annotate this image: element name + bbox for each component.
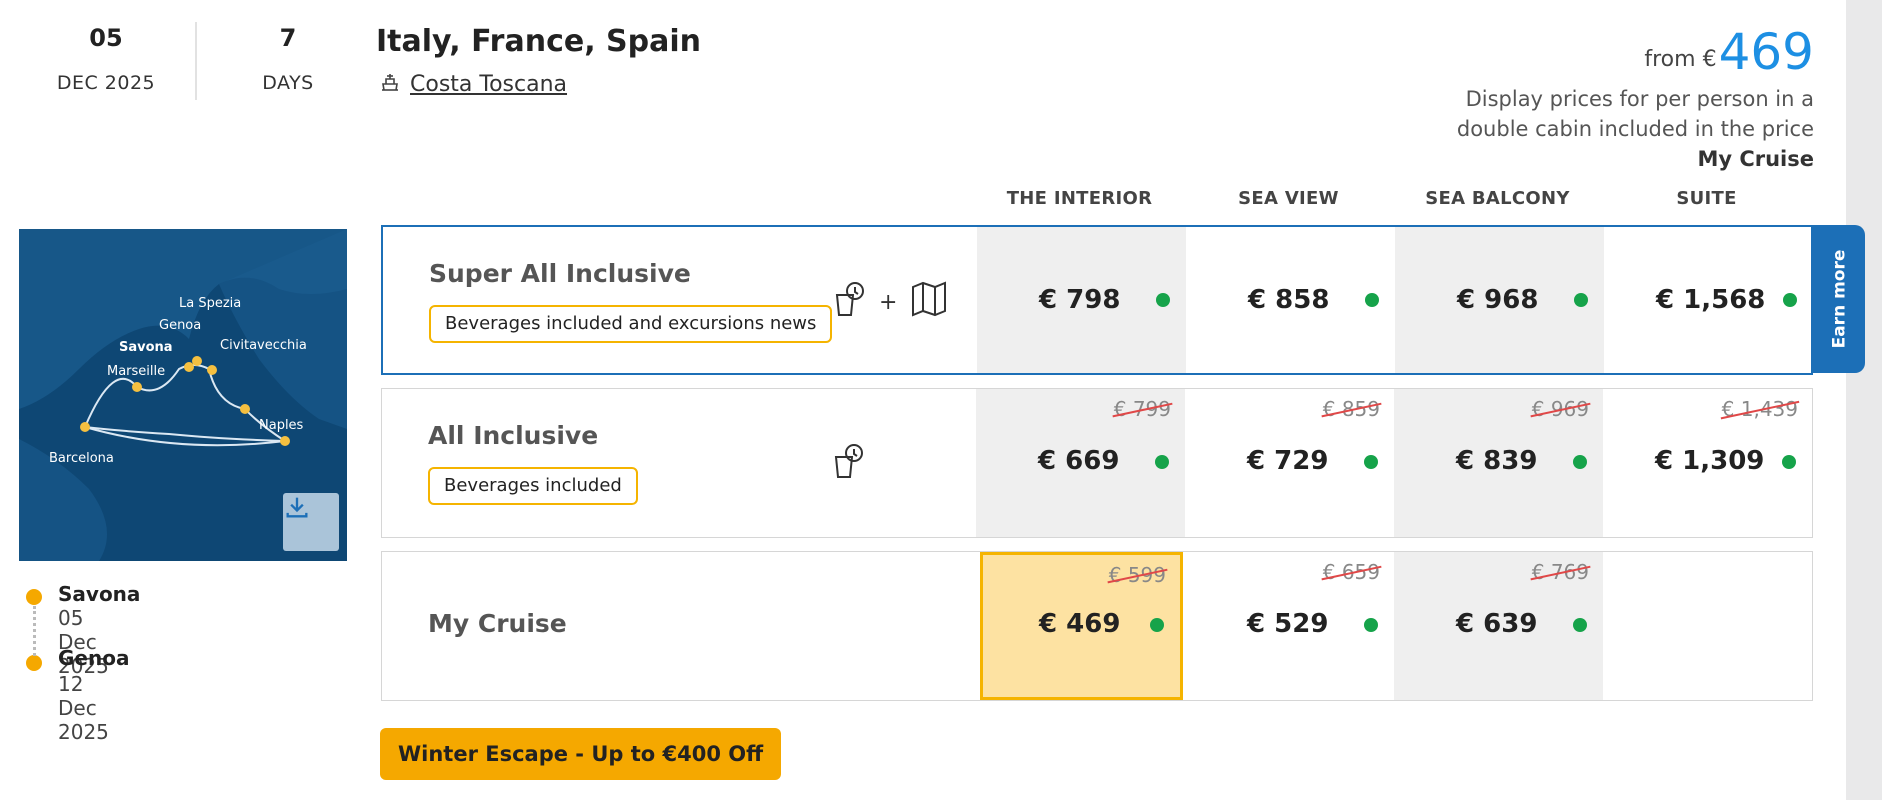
column-header-suite: SUITE [1676, 188, 1737, 209]
cruise-title: Italy, France, Spain [376, 24, 702, 59]
map-port-label: Savona [119, 340, 173, 355]
from-price: 469 [1718, 23, 1814, 81]
fare-badge: Beverages included and excursions news [429, 305, 833, 343]
map-port-label: Civitavecchia [220, 338, 307, 353]
fare-price: € 639 [1456, 609, 1538, 639]
fare-price: € 798 [1039, 285, 1121, 315]
price-note-fare: My Cruise [1697, 147, 1814, 171]
days-label: DAYS [262, 72, 314, 94]
itinerary-port: Genoa [58, 646, 130, 670]
original-price: € 769 [1531, 560, 1589, 584]
original-price: € 659 [1322, 560, 1380, 584]
availability-dot-icon [1155, 455, 1169, 469]
departure-date: 05 DEC 2025 [40, 24, 172, 94]
price-cell[interactable]: € 858 [1186, 227, 1395, 373]
fare-row-all-inclusive[interactable]: All Inclusive Beverages included € 799 €… [381, 388, 1813, 538]
availability-dot-icon [1150, 618, 1164, 632]
itinerary-map[interactable]: La Spezia Genoa Savona Civitavecchia Mar… [19, 229, 347, 561]
promo-button[interactable]: Winter Escape - Up to €400 Off [380, 728, 782, 780]
price-cell[interactable]: € 798 [977, 227, 1186, 373]
ship-name[interactable]: Costa Toscana [410, 72, 567, 97]
itinerary-connector [33, 606, 36, 656]
fare-row-super-all-inclusive[interactable]: Super All Inclusive Beverages included a… [381, 225, 1813, 375]
fare-price: € 858 [1248, 285, 1330, 315]
divider [195, 22, 197, 100]
map-port-label: Genoa [159, 318, 201, 333]
original-price: € 1,439 [1721, 397, 1798, 421]
fare-name: All Inclusive [428, 421, 599, 450]
itinerary-date: 12 Dec 2025 [58, 672, 109, 744]
map-port-label: Naples [259, 418, 304, 433]
fare-icons [830, 441, 866, 487]
fare-icons: + [831, 279, 949, 325]
port-marker-icon [26, 589, 42, 605]
days-count: 7 [279, 24, 297, 52]
price-note-line2: double cabin included in the price [1456, 117, 1814, 141]
map-port-label: Marseille [107, 364, 165, 379]
fare-price: € 469 [1039, 609, 1121, 639]
departure-month-year: DEC 2025 [56, 72, 156, 94]
ship-link[interactable]: Costa Toscana [378, 70, 567, 98]
fare-price: € 529 [1247, 609, 1329, 639]
original-price: € 599 [1108, 563, 1166, 587]
price-cell[interactable]: € 659 € 529 [1185, 552, 1394, 700]
itinerary-port: Savona [58, 582, 141, 606]
fare-price: € 968 [1457, 285, 1539, 315]
fare-price: € 1,568 [1656, 285, 1766, 315]
download-map-button[interactable] [283, 493, 339, 551]
map-port-label: Barcelona [49, 451, 114, 466]
availability-dot-icon [1365, 293, 1379, 307]
fare-name: My Cruise [428, 609, 567, 638]
price-cell[interactable]: € 1,568 [1604, 227, 1813, 373]
original-price: € 859 [1322, 397, 1380, 421]
port-marker-icon [26, 655, 42, 671]
plus-symbol: + [879, 289, 898, 315]
price-cell[interactable]: € 859 € 729 [1185, 389, 1394, 537]
fare-price: € 1,309 [1655, 446, 1765, 476]
availability-dot-icon [1364, 618, 1378, 632]
from-label: from € [1644, 47, 1717, 72]
price-cell-selected[interactable]: € 599 € 469 [980, 552, 1183, 700]
price-cell[interactable]: € 799 € 669 [976, 389, 1185, 537]
fare-row-my-cruise[interactable]: My Cruise € 599 € 469 € 659 € 529 € 769 … [381, 551, 1813, 701]
cruise-duration: 7 DAYS [222, 24, 354, 94]
fare-name: Super All Inclusive [429, 259, 691, 288]
map-icon [909, 279, 949, 325]
map-port-label: La Spezia [179, 296, 241, 311]
availability-dot-icon [1156, 293, 1170, 307]
column-header-sea-balcony: SEA BALCONY [1425, 188, 1570, 209]
ship-icon [378, 70, 402, 98]
availability-dot-icon [1364, 455, 1378, 469]
drinks-icon [831, 279, 867, 325]
column-header-interior: THE INTERIOR [1006, 188, 1153, 209]
price-note-line1: Display prices for per person in a [1465, 87, 1814, 111]
departure-day: 05 [89, 24, 123, 52]
fare-price: € 839 [1456, 446, 1538, 476]
availability-dot-icon [1574, 293, 1588, 307]
availability-dot-icon [1573, 618, 1587, 632]
page-edge-strip [1846, 0, 1882, 800]
original-price: € 799 [1113, 397, 1171, 421]
fare-price: € 729 [1247, 446, 1329, 476]
fare-badge: Beverages included [428, 467, 638, 505]
availability-dot-icon [1782, 455, 1796, 469]
price-cell[interactable]: € 1,439 € 1,309 [1603, 389, 1812, 537]
price-cell[interactable]: € 968 [1395, 227, 1604, 373]
price-summary: from € 469 Display prices for per person… [1394, 24, 1814, 174]
availability-dot-icon [1573, 455, 1587, 469]
fare-price: € 669 [1038, 446, 1120, 476]
earn-more-tab[interactable]: Earn more [1813, 225, 1865, 373]
price-cell[interactable]: € 969 € 839 [1394, 389, 1603, 537]
drinks-icon [830, 441, 866, 487]
column-header-sea-view: SEA VIEW [1238, 188, 1339, 209]
original-price: € 969 [1531, 397, 1589, 421]
earn-more-label: Earn more [1829, 249, 1850, 349]
price-cell[interactable]: € 769 € 639 [1394, 552, 1603, 700]
availability-dot-icon [1783, 293, 1797, 307]
